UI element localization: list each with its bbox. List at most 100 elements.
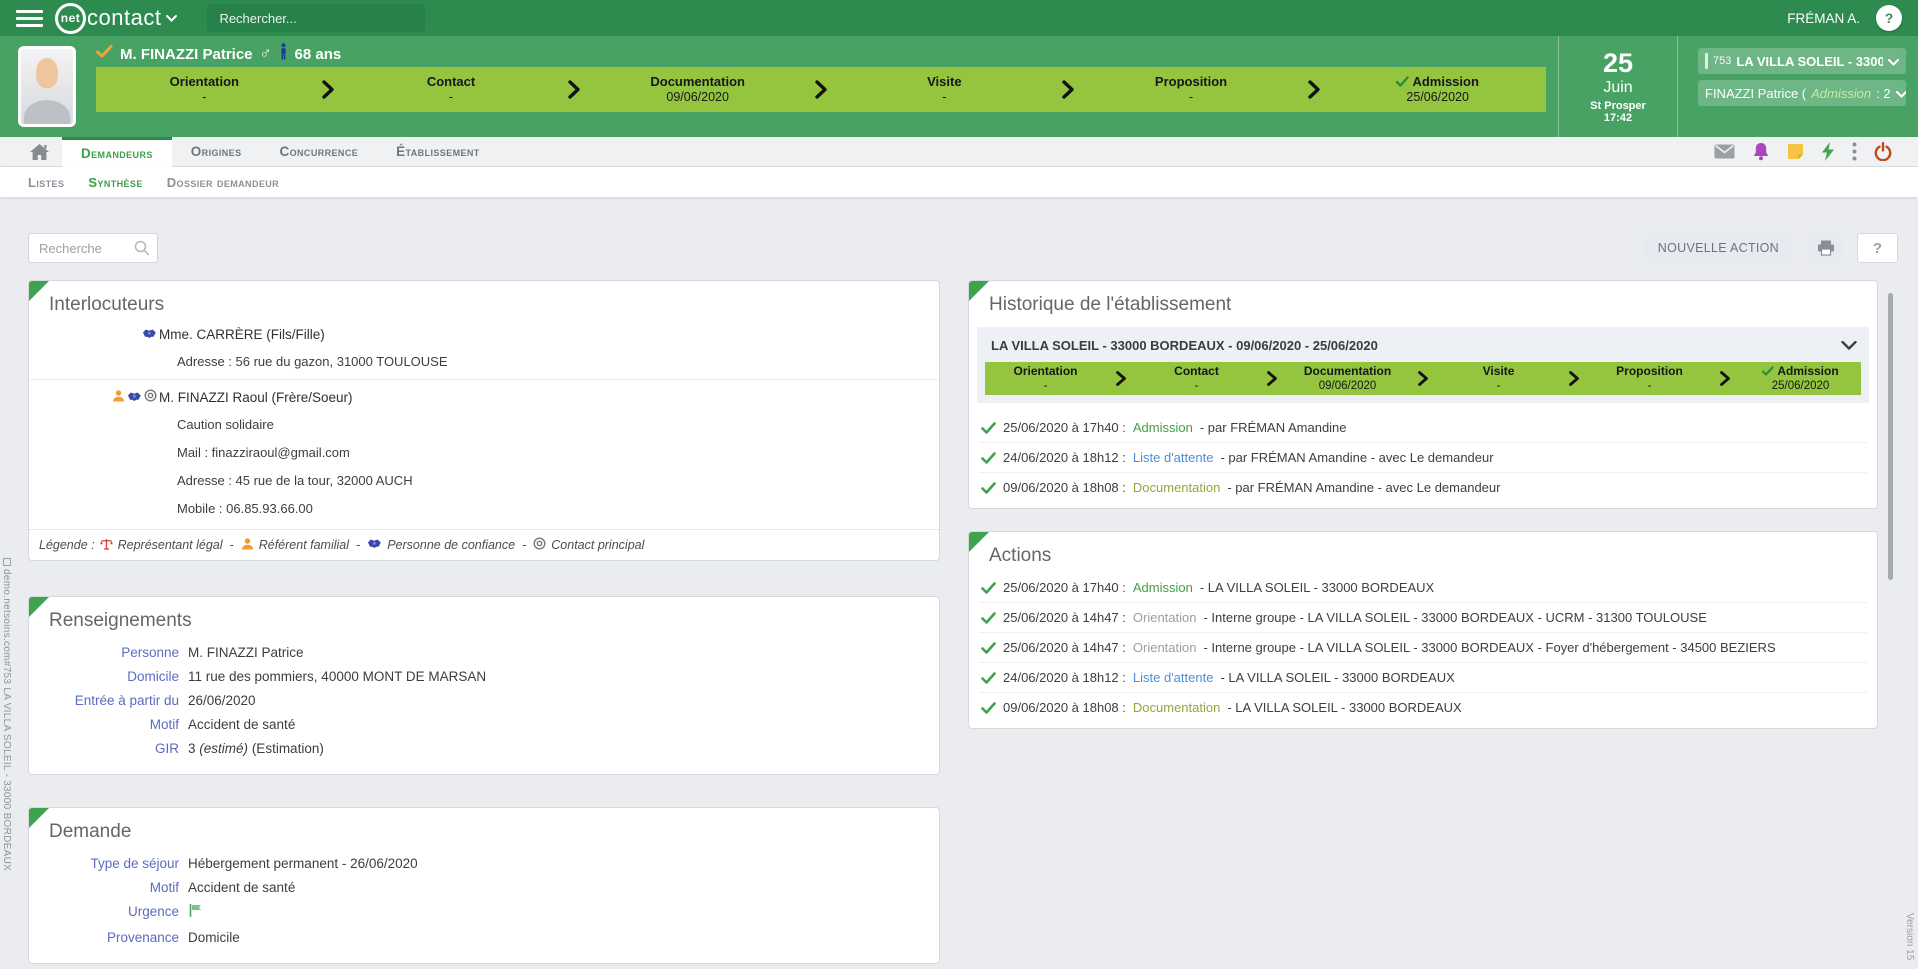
contact-detail: Mobile : 06.85.93.66.00 — [177, 494, 939, 522]
chevron-right-icon — [1053, 67, 1083, 112]
patient-name: M. FINAZZI Patrice — [120, 46, 253, 63]
check-icon — [981, 422, 996, 434]
contact-name-text: M. FINAZZI Raoul (Frère/Soeur) — [159, 390, 353, 405]
history-entry[interactable]: 09/06/2020 à 18h08 : Documentation - par… — [979, 473, 1867, 502]
card-title: Historique de l'établissement — [969, 281, 1877, 322]
accordion-header[interactable]: LA VILLA SOLEIL - 33000 BORDEAUX - 09/06… — [985, 333, 1861, 362]
subtab-dossier-demandeur[interactable]: Dossier demandeur — [167, 175, 279, 190]
status-link[interactable]: Orientation — [1133, 640, 1197, 655]
field-row: ProvenanceDomicile — [29, 925, 939, 949]
pipeline-step-contact[interactable]: Contact- — [343, 67, 560, 112]
print-button[interactable] — [1807, 234, 1844, 262]
field-row: GIR 3 (estimé) (Estimation) — [29, 736, 939, 760]
pipeline-step-orientation[interactable]: Orientation- — [96, 67, 313, 112]
establishment-pipeline: Orientation- Contact- Documentation09/06… — [985, 362, 1861, 395]
action-entry[interactable]: 09/06/2020 à 18h08 : Documentation - LA … — [979, 693, 1867, 722]
mail-icon[interactable] — [1714, 144, 1735, 159]
pipeline-step-proposition[interactable]: Proposition- — [1083, 67, 1300, 112]
power-logout-icon[interactable] — [1874, 142, 1892, 161]
tab-etablissement[interactable]: Établissement — [377, 137, 499, 166]
hamburger-menu-icon[interactable] — [16, 10, 43, 27]
action-entry[interactable]: 25/06/2020 à 17h40 : Admission - LA VILL… — [979, 573, 1867, 603]
resident-name: FINAZZI Patrice ( — [1705, 86, 1806, 101]
resident-suffix: : 2 — [1876, 86, 1890, 101]
logo-net-badge: net — [55, 3, 86, 34]
app-logo[interactable]: net contact — [55, 3, 177, 34]
chevron-right-icon — [1299, 67, 1329, 112]
establishment-name: LA VILLA SOLEIL - 3300 — [1736, 54, 1883, 69]
search-icon — [134, 240, 150, 261]
logo-text: contact — [87, 5, 161, 31]
sub-tabbar: Listes Synthèse Dossier demandeur — [0, 167, 1918, 197]
status-link[interactable]: Documentation — [1133, 480, 1220, 495]
date-month: Juin — [1603, 79, 1632, 97]
action-entry[interactable]: 25/06/2020 à 14h47 : Orientation - Inter… — [979, 603, 1867, 633]
lightning-icon[interactable] — [1821, 142, 1835, 161]
status-link[interactable]: Admission — [1133, 420, 1193, 435]
card-title: Interlocuteurs — [29, 281, 939, 322]
chevron-down-icon[interactable] — [1841, 341, 1857, 350]
field-row: PersonneM. FINAZZI Patrice — [29, 640, 939, 664]
help-button[interactable]: ? — [1876, 5, 1902, 31]
establishment-select[interactable]: 753 LA VILLA SOLEIL - 3300 — [1698, 48, 1906, 74]
contact-row[interactable]: M. FINAZZI Raoul (Frère/Soeur) — [107, 384, 939, 410]
divider — [29, 379, 939, 380]
historique-etablissement-card: Historique de l'établissement LA VILLA S… — [968, 280, 1878, 509]
pipeline-step-documentation[interactable]: Documentation09/06/2020 — [1287, 362, 1408, 395]
history-entry[interactable]: 24/06/2020 à 18h12 : Liste d'attente - p… — [979, 443, 1867, 473]
status-link[interactable]: Orientation — [1133, 610, 1197, 625]
chevron-down-icon — [1888, 54, 1899, 69]
history-entry[interactable]: 25/06/2020 à 17h40 : Admission - par FRÉ… — [979, 413, 1867, 443]
contact-principal-icon — [533, 537, 546, 553]
action-entry[interactable]: 24/06/2020 à 18h12 : Liste d'attente - L… — [979, 663, 1867, 693]
contact-row[interactable]: Mme. CARRÈRE (Fils/Fille) — [107, 322, 939, 347]
pipeline-step-proposition[interactable]: Proposition- — [1589, 362, 1710, 395]
status-link[interactable]: Documentation — [1133, 700, 1220, 715]
main-tabbar: Demandeurs Origines Concurrence Établiss… — [0, 137, 1918, 167]
pipeline-step-admission[interactable]: Admission 25/06/2020 — [1740, 362, 1861, 395]
mini-square-icon — [3, 558, 11, 566]
notifications-bell-icon[interactable] — [1752, 142, 1770, 161]
status-check-icon — [96, 45, 113, 63]
patient-avatar[interactable] — [18, 46, 76, 127]
check-icon — [1396, 76, 1409, 87]
home-button[interactable] — [16, 137, 62, 166]
chevron-right-icon — [559, 67, 589, 112]
contact-detail: Adresse : 45 rue de la tour, 32000 AUCH — [177, 466, 939, 494]
urgence-flag-icon — [188, 903, 203, 922]
current-user-name[interactable]: FRÉMAN A. — [1787, 11, 1860, 26]
pipeline-step-documentation[interactable]: Documentation09/06/2020 — [589, 67, 806, 112]
pipeline-step-visite[interactable]: Visite- — [1438, 362, 1559, 395]
tab-demandeurs[interactable]: Demandeurs — [62, 137, 172, 167]
action-entry[interactable]: 25/06/2020 à 14h47 : Orientation - Inter… — [979, 633, 1867, 663]
field-row: Domicile11 rue des pommiers, 40000 MONT … — [29, 664, 939, 688]
check-icon — [981, 582, 996, 594]
subtab-listes[interactable]: Listes — [28, 175, 64, 190]
chevron-right-icon — [806, 67, 836, 112]
subtab-synthese[interactable]: Synthèse — [88, 175, 142, 190]
establishment-accordion: LA VILLA SOLEIL - 33000 BORDEAUX - 09/06… — [977, 327, 1869, 403]
new-action-button[interactable]: NOUVELLE ACTION — [1643, 234, 1794, 262]
sticky-note-icon[interactable] — [1787, 143, 1804, 160]
referent-familial-icon — [112, 390, 125, 405]
tab-origines[interactable]: Origines — [172, 137, 261, 166]
status-link[interactable]: Admission — [1133, 580, 1193, 595]
contact-principal-icon — [144, 389, 157, 405]
global-search-input[interactable] — [207, 4, 425, 32]
field-row: Type de séjourHébergement permanent - 26… — [29, 851, 939, 875]
vertical-scrollbar[interactable] — [1888, 293, 1893, 580]
version-label: Version 15 — [1904, 913, 1915, 960]
resident-select[interactable]: FINAZZI Patrice ( Admission : 2 — [1698, 80, 1906, 106]
legend: Légende : Représentant légal - Référent … — [29, 529, 939, 560]
pipeline-step-admission[interactable]: Admission 25/06/2020 — [1329, 67, 1546, 112]
status-link[interactable]: Liste d'attente — [1133, 670, 1214, 685]
pipeline-step-orientation[interactable]: Orientation- — [985, 362, 1106, 395]
page-help-button[interactable]: ? — [1857, 233, 1898, 263]
topbar: net contact FRÉMAN A. ? — [0, 0, 1918, 36]
pipeline-step-contact[interactable]: Contact- — [1136, 362, 1257, 395]
tab-concurrence[interactable]: Concurrence — [260, 137, 377, 166]
more-options-icon[interactable] — [1852, 142, 1857, 161]
pipeline-step-visite[interactable]: Visite- — [836, 67, 1053, 112]
status-link[interactable]: Liste d'attente — [1133, 450, 1214, 465]
field-row: MotifAccident de santé — [29, 875, 939, 899]
